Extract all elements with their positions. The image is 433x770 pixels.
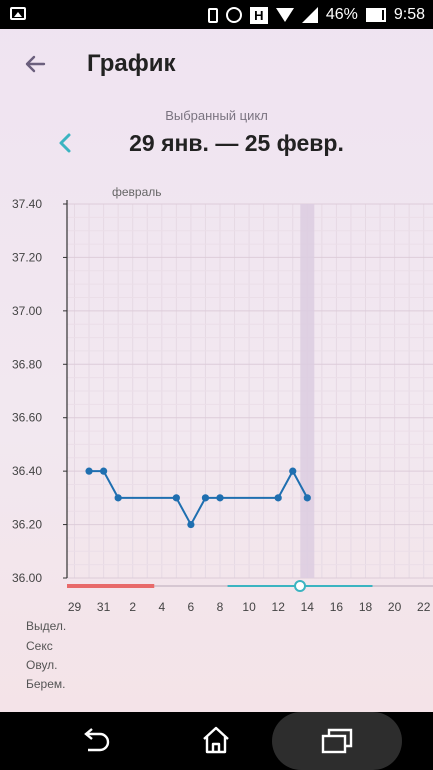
wifi-icon <box>275 8 294 22</box>
y-tick-label: 36.40 <box>12 464 42 478</box>
back-button[interactable] <box>20 49 50 79</box>
back-nav-button[interactable] <box>80 726 112 761</box>
arrow-left-icon <box>25 55 46 73</box>
temperature-point[interactable] <box>274 494 282 502</box>
x-tick-label: 2 <box>129 600 136 614</box>
x-tick-label: 10 <box>242 600 256 614</box>
row-label-sex: Секс <box>26 639 53 653</box>
x-tick-label: 12 <box>272 600 286 614</box>
x-tick-label: 18 <box>359 600 373 614</box>
temperature-point[interactable] <box>187 520 195 529</box>
app-header: График <box>0 29 433 99</box>
temperature-point[interactable] <box>85 467 93 475</box>
x-tick-label: 14 <box>301 600 315 614</box>
month-label: февраль <box>112 185 162 199</box>
battery-icon <box>365 8 386 22</box>
y-tick-label: 37.20 <box>12 250 42 264</box>
y-tick-label: 36.80 <box>12 357 42 371</box>
recent-apps-icon <box>321 728 353 754</box>
x-tick-label: 29 <box>68 600 82 614</box>
selected-day-column <box>300 204 315 578</box>
cycle-label: Выбранный цикл <box>165 108 268 123</box>
recent-apps-button[interactable] <box>320 726 354 761</box>
y-tick-label: 36.60 <box>12 411 42 425</box>
ovulation-marker[interactable] <box>294 580 307 592</box>
gallery-icon <box>10 7 26 20</box>
cycle-range: 29 янв. — 25 февр. <box>129 130 344 156</box>
back-nav-icon <box>84 728 110 752</box>
y-tick-label: 37.00 <box>12 304 42 318</box>
battery-percent: 46% <box>325 6 358 23</box>
temperature-point[interactable] <box>201 494 210 502</box>
x-tick-label: 20 <box>388 600 402 614</box>
temperature-point[interactable] <box>303 494 311 502</box>
y-tick-label: 36.20 <box>12 518 42 532</box>
x-tick-label: 22 <box>417 600 431 614</box>
y-tick-label: 36.00 <box>12 571 42 585</box>
clock: 9:58 <box>393 6 425 23</box>
page-title: График <box>87 50 176 77</box>
y-tick-label: 37.40 <box>12 197 42 211</box>
x-tick-label: 16 <box>330 600 344 614</box>
x-tick-label: 8 <box>217 600 224 614</box>
h-network-icon: H <box>249 6 268 24</box>
navigation-bar <box>0 712 433 770</box>
temperature-point[interactable] <box>114 494 122 502</box>
vibrate-icon <box>207 7 218 23</box>
home-nav-button[interactable] <box>200 724 232 761</box>
temperature-point[interactable] <box>100 467 108 475</box>
row-label-pregnancy: Берем. <box>26 677 66 691</box>
alarm-icon <box>225 7 242 23</box>
signal-icon <box>301 7 318 23</box>
status-bar: H 46% 9:58 <box>0 0 433 29</box>
x-tick-label: 6 <box>188 600 195 614</box>
temperature-point[interactable] <box>216 494 224 502</box>
temperature-point[interactable] <box>289 467 297 475</box>
temperature-point[interactable] <box>172 494 180 502</box>
temperature-chart[interactable]: 37.40 37.20 37.00 36.80 36.60 36.40 36.20 36.00… <box>0 180 433 620</box>
x-tick-label: 4 <box>158 600 165 614</box>
x-tick-label: 31 <box>97 600 111 614</box>
row-label-ovulation: Овул. <box>26 658 58 672</box>
home-nav-icon <box>203 726 229 754</box>
row-label-discharge: Выдел. <box>26 619 67 633</box>
